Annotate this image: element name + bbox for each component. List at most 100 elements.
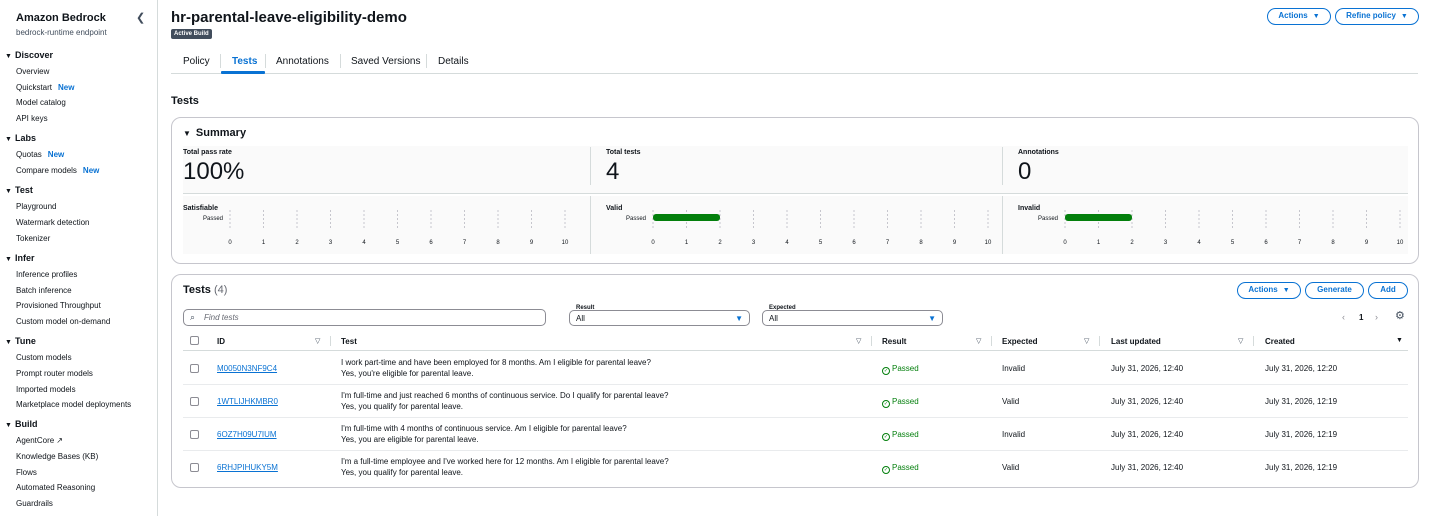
- created: July 31, 2026, 12:19: [1265, 463, 1338, 472]
- next-page-icon[interactable]: ›: [1375, 312, 1378, 322]
- nav-section-tune[interactable]: ▼ Tune: [5, 336, 36, 346]
- nav-item-tokenizer[interactable]: Tokenizer: [16, 234, 50, 243]
- search-icon: ⌕: [190, 312, 196, 322]
- passed-bar[interactable]: [1065, 214, 1132, 221]
- column-header-id[interactable]: ID: [217, 337, 225, 346]
- nav-item-quickstart[interactable]: Quickstart New: [16, 83, 74, 92]
- external-link-icon: ↗: [56, 436, 63, 445]
- expected-filter-select[interactable]: All ▼: [762, 310, 943, 326]
- nav-section-infer[interactable]: ▼ Infer: [5, 253, 35, 263]
- nav-item-custom-model-on-demand[interactable]: Custom model on-demand: [16, 317, 110, 326]
- nav-item-batch-inference[interactable]: Batch inference: [16, 286, 72, 295]
- invalid-bar-chart: 0 1 2 3 4 5 6 7 8 9 10 Passed: [1038, 210, 1404, 246]
- nav-item-playground[interactable]: Playground: [16, 202, 56, 211]
- row-checkbox[interactable]: [190, 430, 199, 439]
- tab-tests[interactable]: Tests: [232, 56, 257, 67]
- sort-icon[interactable]: ▽: [315, 337, 320, 345]
- last-updated: July 31, 2026, 12:40: [1111, 430, 1184, 439]
- nav-item-guardrails[interactable]: Guardrails: [16, 499, 53, 508]
- nav-item-provisioned-throughput[interactable]: Provisioned Throughput: [16, 301, 101, 310]
- tab-saved-versions[interactable]: Saved Versions: [351, 56, 421, 67]
- nav-section-labs[interactable]: ▼ Labs: [5, 133, 36, 143]
- nav-item-knowledge-bases[interactable]: Knowledge Bases (KB): [16, 452, 98, 461]
- nav-section-build[interactable]: ▼ Build: [5, 419, 38, 429]
- last-updated: July 31, 2026, 12:40: [1111, 397, 1184, 406]
- nav-item-marketplace-model-deployments[interactable]: Marketplace model deployments: [16, 400, 131, 409]
- test-id-link[interactable]: M0050N3NF9C4: [217, 364, 277, 373]
- nav-item-watermark-detection[interactable]: Watermark detection: [16, 218, 90, 227]
- tick-label: 6: [1264, 240, 1268, 246]
- row-checkbox[interactable]: [190, 463, 199, 472]
- page-number[interactable]: 1: [1359, 313, 1363, 322]
- nav-item-imported-models[interactable]: Imported models: [16, 385, 76, 394]
- tests-header: Tests (4): [183, 284, 228, 296]
- row-checkbox[interactable]: [190, 397, 199, 406]
- tick-label: 0: [651, 240, 655, 246]
- sort-icon[interactable]: ▽: [976, 337, 981, 345]
- sort-descending-icon[interactable]: ▼: [1396, 337, 1403, 344]
- collapse-sidebar-icon[interactable]: ❮: [136, 11, 145, 24]
- sort-icon[interactable]: ▽: [856, 337, 861, 345]
- row-checkbox[interactable]: [190, 364, 199, 373]
- nav-item-custom-models[interactable]: Custom models: [16, 353, 72, 362]
- generate-button[interactable]: Generate: [1305, 282, 1364, 299]
- summary-header[interactable]: ▼ Summary: [183, 127, 246, 139]
- prev-page-icon[interactable]: ‹: [1342, 312, 1345, 322]
- nav-section-test[interactable]: ▼ Test: [5, 185, 33, 195]
- metric-value-total-tests: 4: [606, 158, 620, 185]
- actions-button[interactable]: Actions ▼: [1267, 8, 1331, 25]
- satisfiable-bar-chart: 0 1 2 3 4 5 6 7 8 9 10 Passed: [203, 210, 569, 246]
- tick-label: 8: [1331, 240, 1335, 246]
- tab-details[interactable]: Details: [438, 56, 469, 67]
- nav-item-overview[interactable]: Overview: [16, 67, 49, 76]
- tab-policy[interactable]: Policy: [183, 56, 210, 67]
- nav-item-prompt-router-models[interactable]: Prompt router models: [16, 369, 93, 378]
- sort-icon[interactable]: ▽: [1238, 337, 1243, 345]
- bar-category-label: Passed: [203, 216, 223, 222]
- nav-item-inference-profiles[interactable]: Inference profiles: [16, 270, 77, 279]
- tick-label: 9: [530, 240, 534, 246]
- column-divider: [1253, 336, 1254, 346]
- nav-item-quotas[interactable]: Quotas New: [16, 150, 64, 159]
- column-header-result[interactable]: Result: [882, 337, 906, 346]
- add-button[interactable]: Add: [1368, 282, 1408, 299]
- tick-label: 1: [262, 240, 266, 246]
- passed-bar[interactable]: [653, 214, 720, 221]
- column-header-last-updated[interactable]: Last updated: [1111, 337, 1161, 346]
- created: July 31, 2026, 12:19: [1265, 397, 1338, 406]
- nav-item-agentcore[interactable]: AgentCore ↗: [16, 436, 63, 445]
- bar-category-label: Passed: [626, 216, 646, 222]
- test-id-link[interactable]: 6RHJPIHUKY5M: [217, 463, 278, 472]
- test-id-link[interactable]: 1WTLIJHKMBR0: [217, 397, 278, 406]
- row-divider: [183, 384, 1408, 385]
- test-answer: Yes, you qualify for parental leave.: [341, 402, 464, 411]
- tick-label: 2: [1130, 240, 1134, 246]
- check-circle-icon: ✓: [882, 400, 890, 408]
- column-header-created[interactable]: Created: [1265, 337, 1295, 346]
- refine-policy-button[interactable]: Refine policy ▼: [1335, 8, 1419, 25]
- sort-icon[interactable]: ▽: [1084, 337, 1089, 345]
- summary-card: ▼ Summary Total pass rate 100% Total test…: [171, 117, 1419, 264]
- select-all-checkbox[interactable]: [190, 336, 199, 345]
- valid-bar-chart: 0 1 2 3 4 5 6 7 8 9 10 Passed: [626, 210, 992, 246]
- nav-section-discover[interactable]: ▼ Discover: [5, 50, 53, 60]
- search-input[interactable]: ⌕ Find tests: [183, 309, 546, 326]
- search-placeholder: Find tests: [204, 313, 239, 322]
- column-header-test[interactable]: Test: [341, 337, 357, 346]
- nav-item-automated-reasoning[interactable]: Automated Reasoning: [16, 483, 95, 492]
- nav-item-api-keys[interactable]: API keys: [16, 114, 48, 123]
- tab-annotations[interactable]: Annotations: [276, 56, 329, 67]
- result-filter-select[interactable]: All ▼: [569, 310, 750, 326]
- tests-actions-button[interactable]: Actions ▼: [1237, 282, 1301, 299]
- caret-down-icon: ▼: [5, 53, 12, 60]
- tests-card: Tests (4) Actions ▼ Generate Add ⌕ Find t…: [171, 274, 1419, 488]
- test-id-link[interactable]: 6OZ7H09U7IUM: [217, 430, 277, 439]
- nav-item-model-catalog[interactable]: Model catalog: [16, 98, 66, 107]
- gear-icon[interactable]: ⚙: [1395, 309, 1405, 322]
- tick-label: 9: [1365, 240, 1369, 246]
- last-updated: July 31, 2026, 12:40: [1111, 364, 1184, 373]
- nav-item-compare-models[interactable]: Compare models New: [16, 166, 99, 175]
- column-header-expected[interactable]: Expected: [1002, 337, 1038, 346]
- nav-item-flows[interactable]: Flows: [16, 468, 37, 477]
- brand-title[interactable]: Amazon Bedrock: [16, 12, 106, 24]
